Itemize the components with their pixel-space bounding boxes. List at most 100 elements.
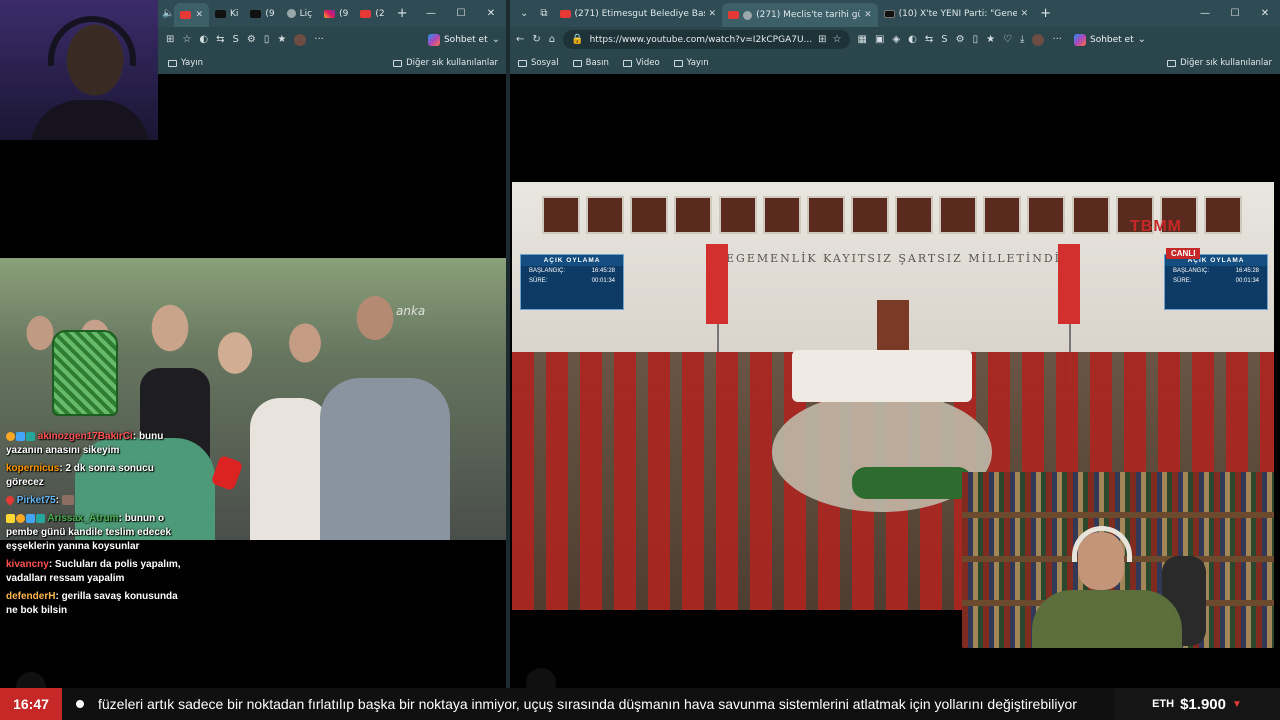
downloads-icon[interactable]: ⤓ <box>1020 34 1024 45</box>
extension-s-icon[interactable]: S <box>232 34 238 45</box>
chat-username: Pirket75 <box>16 495 56 506</box>
close-icon[interactable]: ✕ <box>709 9 717 19</box>
mute-icon[interactable]: 🔈 <box>162 8 174 19</box>
favorites-icon[interactable]: ★ <box>277 34 286 45</box>
new-tab-button[interactable]: + <box>391 6 414 21</box>
other-bookmarks[interactable]: Diğer sık kullanılanlar <box>1167 58 1272 68</box>
ticker-text: füzeleri artık sadece bir noktadan fırla… <box>98 696 1077 712</box>
chat-username: Arissax_Atrum <box>47 513 119 524</box>
left-tab-active[interactable]: ✕ <box>174 3 209 27</box>
left-tab-1[interactable]: Ki <box>209 3 244 25</box>
favicon-icon <box>215 9 226 18</box>
chat-message: kopernicus: 2 dk sonra sonucu görecez <box>6 463 154 488</box>
new-tab-button[interactable]: + <box>1034 6 1057 21</box>
headphones-graphic <box>1072 526 1132 562</box>
bookmark-yayin[interactable]: Yayın <box>168 58 203 68</box>
close-icon[interactable]: ✕ <box>195 10 203 20</box>
bookmark-video[interactable]: Video <box>622 58 660 68</box>
plant-arrangement <box>852 467 972 499</box>
badge-icons <box>6 431 35 441</box>
minimize-button[interactable]: — <box>1190 8 1220 19</box>
right-tab-2-active[interactable]: (271) Meclis'te tarihi gün: Geri ✕ <box>722 3 878 27</box>
youtube-icon <box>559 9 571 18</box>
chat-username: kopernicus <box>6 463 60 474</box>
sidebar-icon[interactable]: ▯ <box>264 34 270 45</box>
vote-panel-left: AÇIK OYLAMA BAŞLANGIÇ: 16:45:28 SÜRE: 00:0… <box>520 254 624 310</box>
eth-price: ETH $1.900 ▼ <box>1114 688 1280 720</box>
badge-icons <box>6 513 45 523</box>
split-view-icon[interactable]: ⊞ <box>818 34 826 45</box>
right-tab-bar: ⌄ ⧉ (271) Etimesgut Belediye Başkanı ✕ (… <box>510 0 1280 27</box>
left-tab-4[interactable]: (9 <box>318 3 354 25</box>
favorite-star-icon[interactable]: ☆ <box>833 34 842 45</box>
more-icon[interactable]: ··· <box>314 34 324 45</box>
collections-icon[interactable]: ♡ <box>1003 34 1012 45</box>
ticker-bullet-icon <box>76 700 84 708</box>
chat-username: kivancny <box>6 559 49 570</box>
trend-down-icon: ▼ <box>1231 698 1242 710</box>
tab-actions-icon[interactable]: ⌄ <box>514 8 534 19</box>
extension-s-icon[interactable]: S <box>941 34 947 45</box>
translate-icon[interactable]: ⇆ <box>216 34 224 45</box>
chevron-down-icon: ⌄ <box>491 34 500 45</box>
back-icon[interactable]: ← <box>516 34 524 45</box>
sidebar-icon[interactable]: ▯ <box>973 34 979 45</box>
headphones-graphic <box>48 16 136 66</box>
profile-avatar[interactable] <box>1032 33 1045 46</box>
right-tab-1[interactable]: (271) Etimesgut Belediye Başkanı ✕ <box>554 3 723 25</box>
copilot-chat-button[interactable]: Sohbet et ⌄ <box>427 33 500 46</box>
maximize-button[interactable]: ☐ <box>446 8 476 19</box>
left-tab-2[interactable]: (9 <box>244 3 280 25</box>
extensions-puzzle-icon[interactable]: ⚙ <box>956 34 965 45</box>
chat-message: Pirket75: <box>4 494 186 508</box>
chevron-down-icon: ⌄ <box>1137 34 1147 45</box>
streamer-silhouette <box>30 100 150 140</box>
translate-icon[interactable]: ⇆ <box>925 34 933 45</box>
extension-icon[interactable]: ◐ <box>199 34 208 45</box>
streamer-2-silhouette <box>1012 520 1206 648</box>
left-tab-5[interactable]: (2 <box>354 3 390 25</box>
copilot-chat-button[interactable]: Sohbet et ⌄ <box>1073 33 1147 46</box>
right-tab-3[interactable]: (10) X'te YENİ Parti: "Genel Başkan ✕ <box>878 3 1035 25</box>
split-view-icon[interactable]: ⊞ <box>166 34 174 45</box>
profile-avatar[interactable] <box>294 33 307 46</box>
extension-icon[interactable]: ▣ <box>875 34 884 45</box>
bookmark-sosyal[interactable]: Sosyal <box>518 58 559 68</box>
right-bookmarks-bar: Sosyal Basın Video Yayın Diğer sık kulla… <box>510 52 1280 74</box>
folder-icon <box>393 59 403 67</box>
cactus-emote-icon <box>52 330 118 416</box>
close-icon[interactable]: ✕ <box>864 10 872 20</box>
folder-icon <box>518 59 527 67</box>
turkish-flag-icon <box>1058 244 1080 324</box>
favorite-star-icon[interactable]: ☆ <box>182 34 191 45</box>
maximize-button[interactable]: ☐ <box>1220 8 1250 19</box>
bookmark-basin[interactable]: Basın <box>572 58 609 68</box>
extension-icon[interactable]: ◐ <box>908 34 917 45</box>
workspaces-icon[interactable]: ⧉ <box>534 8 553 19</box>
extension-icon[interactable]: ◈ <box>892 34 900 45</box>
url-field[interactable]: 🔒 https://www.youtube.com/watch?v=I2kCPG… <box>563 30 850 49</box>
other-bookmarks[interactable]: Diğer sık kullanılanlar <box>393 58 498 68</box>
close-icon[interactable]: ✕ <box>1021 9 1029 19</box>
tbmm-logo: TBMM <box>1130 218 1182 235</box>
speaker-chair <box>877 300 909 352</box>
folder-icon <box>622 59 632 67</box>
reload-icon[interactable]: ↻ <box>532 34 540 45</box>
person-grey-jacket <box>320 378 450 540</box>
window-controls: — ☐ ✕ <box>1190 8 1280 19</box>
close-window-button[interactable]: ✕ <box>1250 8 1280 19</box>
youtube-icon <box>180 11 192 19</box>
window-controls: — ☐ ✕ <box>416 8 506 19</box>
close-window-button[interactable]: ✕ <box>476 8 506 19</box>
home-icon[interactable]: ⌂ <box>549 34 555 45</box>
folder-icon <box>1167 59 1177 67</box>
extension-icon[interactable]: ▦ <box>858 34 867 45</box>
favorites-icon[interactable]: ★ <box>986 34 995 45</box>
vote-panel-right: AÇIK OYLAMA BAŞLANGIÇ: 16:45:28 SÜRE: 00:0… <box>1164 254 1268 310</box>
extensions-puzzle-icon[interactable]: ⚙ <box>247 34 256 45</box>
more-icon[interactable]: ··· <box>1052 34 1062 45</box>
bookmark-yayin[interactable]: Yayın <box>673 58 709 68</box>
minimize-button[interactable]: — <box>416 8 446 19</box>
screen: 🔈 ✕ Ki (9 Liç (9 (2 + — ☐ ✕ ⊞ ☆ ◐ ⇆ S ⚙ … <box>0 0 1280 720</box>
left-tab-3[interactable]: Liç <box>281 3 318 25</box>
